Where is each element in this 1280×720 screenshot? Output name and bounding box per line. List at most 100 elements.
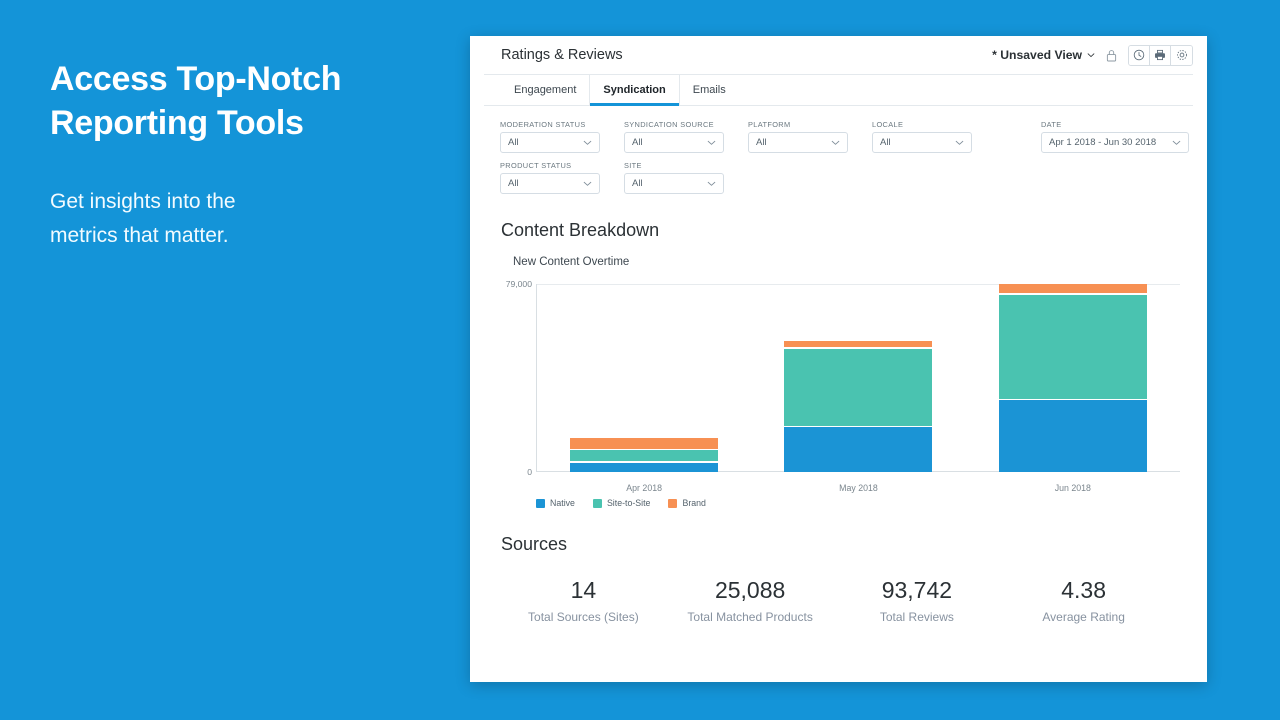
filter-label: LOCALE: [872, 120, 904, 129]
schedule-clock-icon[interactable]: [1129, 45, 1150, 65]
legend-swatch: [536, 498, 545, 508]
chevron-down-icon: [707, 138, 716, 147]
tab-engagement[interactable]: Engagement: [501, 75, 591, 105]
bar-segment-site-to-site[interactable]: [998, 294, 1147, 399]
bar-segment-site-to-site[interactable]: [570, 450, 719, 462]
legend-label: Native: [550, 498, 575, 508]
filter-label: MODERATION STATUS: [500, 120, 586, 129]
metric-total-matched-products: 25,088 Total Matched Products: [667, 577, 834, 624]
metric-label: Total Reviews: [879, 609, 954, 624]
filter-product-status: PRODUCT STATUS All: [500, 161, 624, 194]
y-tick-min: 0: [527, 467, 532, 477]
date-range-select[interactable]: Apr 1 2018 - Jun 30 2018: [1041, 132, 1189, 153]
bar-segment-native[interactable]: [784, 427, 933, 472]
print-icon[interactable]: [1150, 45, 1171, 65]
promo-subtext: Get insights into the metrics that matte…: [50, 190, 236, 248]
metric-total-sources: 14 Total Sources (Sites): [500, 577, 667, 624]
chevron-down-icon: [831, 138, 840, 147]
metric-value: 4.38: [1061, 577, 1106, 603]
legend-label: Site-to-Site: [606, 498, 651, 508]
syndication-source-select[interactable]: All: [624, 132, 724, 153]
filter-bar: MODERATION STATUS All SYNDICATION SOURCE…: [470, 106, 1207, 194]
chevron-down-icon: [707, 179, 716, 188]
select-value: All: [632, 178, 643, 189]
bar-segment-site-to-site[interactable]: [784, 348, 933, 426]
promo-panel: Access Top-Notch Reporting Tools Get ins…: [50, 58, 430, 253]
app-window: Ratings & Reviews * Unsaved View Engagem…: [470, 36, 1207, 682]
metric-label: Total Sources (Sites): [528, 609, 639, 624]
metric-value: 14: [570, 577, 597, 603]
tab-emails-label: Emails: [692, 84, 726, 96]
new-content-chart: 79,000 0 Apr 2018 May 2018 Jun 2018 Nati…: [470, 276, 1207, 508]
tab-bar: Engagement Syndication Emails: [484, 74, 1193, 106]
filter-label: PLATFORM: [748, 120, 791, 129]
tab-engagement-label: Engagement: [514, 84, 577, 96]
bar-group-may[interactable]: May 2018: [784, 284, 933, 493]
bar-group-jun[interactable]: Jun 2018: [998, 283, 1147, 493]
platform-select[interactable]: All: [748, 132, 848, 153]
chart-subtitle: New Content Overtime: [513, 256, 630, 268]
app-header: Ratings & Reviews * Unsaved View: [470, 36, 1207, 74]
sources-title: Sources: [501, 534, 568, 554]
metric-label: Average Rating: [1042, 609, 1125, 624]
tab-syndication[interactable]: Syndication: [590, 75, 680, 106]
metric-average-rating: 4.38 Average Rating: [1000, 577, 1167, 624]
locale-select[interactable]: All: [872, 132, 972, 153]
bar-segment-brand[interactable]: [570, 438, 719, 449]
x-axis-label: Apr 2018: [626, 483, 662, 493]
metric-value: 93,742: [881, 577, 953, 603]
select-value: All: [880, 137, 891, 148]
legend-label: Brand: [682, 498, 706, 508]
filter-syndication-source: SYNDICATION SOURCE All: [624, 120, 748, 153]
filter-label: PRODUCT STATUS: [500, 161, 572, 170]
filter-platform: PLATFORM All: [748, 120, 872, 153]
tab-syndication-label: Syndication: [603, 84, 666, 96]
tab-emails[interactable]: Emails: [680, 75, 739, 105]
select-value: All: [508, 178, 519, 189]
metric-label: Total Matched Products: [687, 609, 813, 624]
bar-segment-native[interactable]: [998, 400, 1147, 472]
chevron-down-icon: [583, 138, 592, 147]
filter-date: DATE Apr 1 2018 - Jun 30 2018: [1041, 120, 1191, 153]
filter-label: SITE: [624, 161, 642, 170]
filter-spacer: [996, 120, 1041, 153]
lock-icon[interactable]: [1106, 49, 1117, 62]
legend-swatch: [592, 498, 602, 508]
y-tick-max: 79,000: [505, 279, 532, 289]
x-axis-label: Jun 2018: [1054, 483, 1091, 493]
select-value: All: [632, 137, 643, 148]
legend-item-native[interactable]: Native: [536, 498, 575, 508]
bar-segment-native[interactable]: [570, 462, 719, 472]
select-value: All: [756, 137, 767, 148]
chevron-down-icon: [583, 179, 592, 188]
metric-value: 25,088: [714, 577, 786, 603]
chevron-down-icon: [1087, 51, 1095, 59]
metric-total-reviews: 93,742 Total Reviews: [834, 577, 1001, 624]
promo-headline: Access Top-Notch Reporting Tools: [50, 60, 342, 142]
chevron-down-icon: [955, 138, 964, 147]
chart-legend: Native Site-to-Site Brand: [536, 498, 706, 508]
filter-moderation-status: MODERATION STATUS All: [500, 120, 624, 153]
filter-label: SYNDICATION SOURCE: [624, 120, 714, 129]
site-select[interactable]: All: [624, 173, 724, 194]
legend-item-brand[interactable]: Brand: [668, 498, 706, 508]
header-icon-group: [1128, 44, 1193, 66]
unsaved-view-selector[interactable]: * Unsaved View: [992, 48, 1095, 62]
chevron-down-icon: [1172, 138, 1181, 147]
settings-gear-icon[interactable]: [1171, 45, 1192, 65]
filter-label: DATE: [1041, 120, 1062, 129]
view-name-label: * Unsaved View: [992, 48, 1082, 62]
bar-segment-brand[interactable]: [998, 283, 1147, 294]
chart-bars: Apr 2018 May 2018 Jun 2018: [537, 283, 1180, 493]
legend-swatch: [668, 498, 678, 508]
select-value: Apr 1 2018 - Jun 30 2018: [1049, 137, 1157, 148]
legend-item-site-to-site[interactable]: Site-to-Site: [592, 498, 651, 508]
chart-plot-area: 79,000 0 Apr 2018 May 2018 Jun 2018: [506, 279, 1180, 493]
moderation-status-select[interactable]: All: [500, 132, 600, 153]
filter-site: SITE All: [624, 161, 748, 194]
product-status-select[interactable]: All: [500, 173, 600, 194]
metrics-row: 14 Total Sources (Sites) 25,088 Total Ma…: [470, 555, 1207, 624]
x-axis-label: May 2018: [839, 483, 878, 493]
bar-group-apr[interactable]: Apr 2018: [570, 284, 719, 493]
page-title: Ratings & Reviews: [501, 47, 623, 63]
